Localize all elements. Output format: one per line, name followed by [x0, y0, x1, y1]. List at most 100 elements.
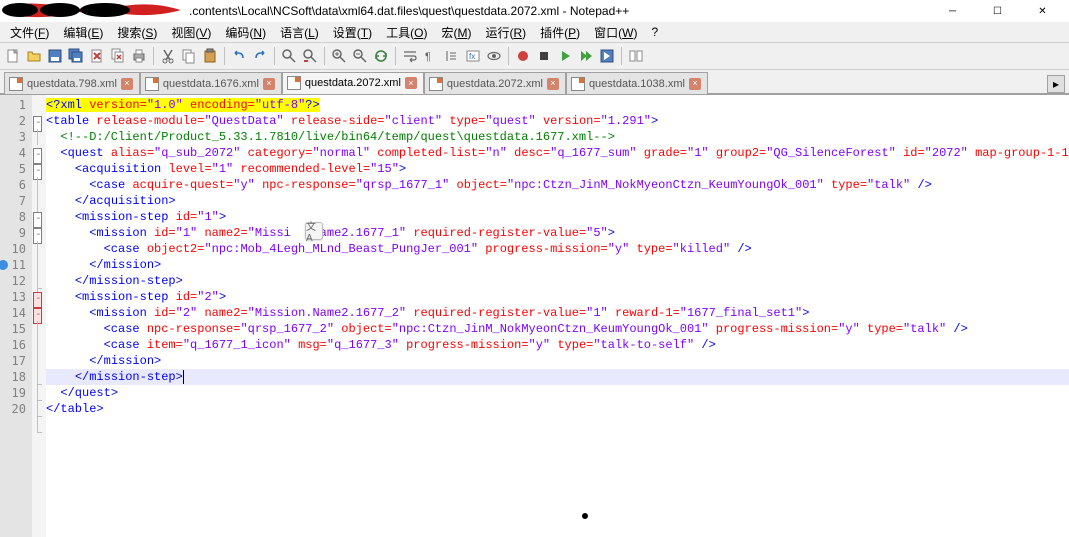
- save-icon[interactable]: [46, 47, 64, 65]
- menu-help[interactable]: ?: [645, 23, 664, 41]
- line-number[interactable]: 20: [0, 401, 26, 417]
- editor[interactable]: 1234567891011121314151617181920 <?xml ve…: [0, 94, 1069, 537]
- fold-marker[interactable]: [32, 209, 46, 225]
- minimize-button[interactable]: ─: [930, 0, 975, 22]
- replace-icon[interactable]: [301, 47, 319, 65]
- code-line[interactable]: <mission-step id="1">: [46, 209, 1069, 225]
- line-number[interactable]: 5: [0, 161, 26, 177]
- tab-0[interactable]: questdata.798.xml×: [4, 72, 140, 94]
- record-icon[interactable]: [514, 47, 532, 65]
- find-icon[interactable]: [280, 47, 298, 65]
- fold-marker[interactable]: [32, 145, 46, 161]
- menu-L[interactable]: 语言(L): [274, 22, 325, 43]
- tab-close-icon[interactable]: ×: [405, 77, 417, 89]
- compare-icon[interactable]: [627, 47, 645, 65]
- line-number-gutter[interactable]: 1234567891011121314151617181920: [0, 95, 32, 537]
- line-number[interactable]: 7: [0, 193, 26, 209]
- menu-F[interactable]: 文件(F): [4, 22, 55, 43]
- code-line[interactable]: <case object2="npc:Mob_4Legh_MLnd_Beast_…: [46, 241, 1069, 257]
- play-icon[interactable]: [556, 47, 574, 65]
- fold-marker[interactable]: [32, 97, 46, 113]
- line-number[interactable]: 15: [0, 321, 26, 337]
- wrap-icon[interactable]: [401, 47, 419, 65]
- sync-icon[interactable]: [372, 47, 390, 65]
- fold-marker[interactable]: [32, 369, 46, 385]
- save-macro-icon[interactable]: [598, 47, 616, 65]
- fold-marker[interactable]: [32, 273, 46, 289]
- open-icon[interactable]: [25, 47, 43, 65]
- line-number[interactable]: 8: [0, 209, 26, 225]
- line-number[interactable]: 13: [0, 289, 26, 305]
- fold-marker[interactable]: [32, 161, 46, 177]
- menu-M[interactable]: 宏(M): [435, 22, 477, 43]
- fold-marker[interactable]: [32, 321, 46, 337]
- fold-marker[interactable]: [32, 225, 46, 241]
- line-number[interactable]: 6: [0, 177, 26, 193]
- print-icon[interactable]: [130, 47, 148, 65]
- zoom-in-icon[interactable]: [330, 47, 348, 65]
- tab-close-icon[interactable]: ×: [121, 78, 133, 90]
- translate-icon[interactable]: 文A: [305, 222, 323, 240]
- line-number[interactable]: 10: [0, 241, 26, 257]
- play-multi-icon[interactable]: [577, 47, 595, 65]
- tab-scroll-right-icon[interactable]: ▸: [1047, 75, 1065, 93]
- line-number[interactable]: 3: [0, 129, 26, 145]
- line-number[interactable]: 18: [0, 369, 26, 385]
- fold-marker[interactable]: [32, 289, 46, 305]
- tab-1[interactable]: questdata.1676.xml×: [140, 72, 282, 94]
- fold-marker[interactable]: [32, 305, 46, 321]
- fold-marker[interactable]: [32, 401, 46, 417]
- fold-marker[interactable]: [32, 113, 46, 129]
- code-line[interactable]: <case item="q_1677_1_icon" msg="q_1677_3…: [46, 337, 1069, 353]
- close-icon[interactable]: [88, 47, 106, 65]
- menu-E[interactable]: 编辑(E): [57, 22, 109, 43]
- indent-guide-icon[interactable]: [443, 47, 461, 65]
- line-number[interactable]: 4: [0, 145, 26, 161]
- fold-marker[interactable]: [32, 177, 46, 193]
- line-number[interactable]: 14: [0, 305, 26, 321]
- code-line[interactable]: </mission>: [46, 257, 1069, 273]
- tab-3[interactable]: questdata.2072.xml×: [424, 72, 566, 94]
- menu-R[interactable]: 运行(R): [479, 22, 532, 43]
- code-line[interactable]: <acquisition level="1" recommended-level…: [46, 161, 1069, 177]
- line-number[interactable]: 2: [0, 113, 26, 129]
- code-line[interactable]: </acquisition>: [46, 193, 1069, 209]
- save-all-icon[interactable]: [67, 47, 85, 65]
- redo-icon[interactable]: [251, 47, 269, 65]
- menu-P[interactable]: 插件(P): [534, 22, 586, 43]
- fold-marker[interactable]: [32, 353, 46, 369]
- fold-marker[interactable]: [32, 385, 46, 401]
- cut-icon[interactable]: [159, 47, 177, 65]
- tab-4[interactable]: questdata.1038.xml×: [566, 72, 708, 94]
- new-icon[interactable]: [4, 47, 22, 65]
- tab-2[interactable]: questdata.2072.xml×: [282, 72, 424, 94]
- code-line[interactable]: <mission-step id="2">: [46, 289, 1069, 305]
- code-line[interactable]: <!--D:/Client/Product_5.33.1.7810/live/b…: [46, 129, 1069, 145]
- code-line[interactable]: </quest>: [46, 385, 1069, 401]
- code-line[interactable]: <case acquire-quest="y" npc-response="qr…: [46, 177, 1069, 193]
- code-line[interactable]: <mission id="1" name2="Missi Name2.1677_…: [46, 225, 1069, 241]
- line-number[interactable]: 11: [0, 257, 26, 273]
- menu-T[interactable]: 设置(T): [327, 22, 378, 43]
- menu-N[interactable]: 编码(N): [219, 22, 272, 43]
- code-line[interactable]: </mission-step>: [46, 273, 1069, 289]
- tab-close-icon[interactable]: ×: [689, 78, 701, 90]
- line-number[interactable]: 16: [0, 337, 26, 353]
- code-line[interactable]: <table release-module="QuestData" releas…: [46, 113, 1069, 129]
- undo-icon[interactable]: [230, 47, 248, 65]
- close-button[interactable]: ✕: [1020, 0, 1065, 22]
- close-all-icon[interactable]: [109, 47, 127, 65]
- code-line[interactable]: <case npc-response="qrsp_1677_2" object=…: [46, 321, 1069, 337]
- copy-icon[interactable]: [180, 47, 198, 65]
- code-area[interactable]: <?xml version="1.0" encoding="utf-8"?><t…: [46, 95, 1069, 537]
- fold-marker[interactable]: [32, 129, 46, 145]
- fold-marker[interactable]: [32, 257, 46, 273]
- tab-close-icon[interactable]: ×: [547, 78, 559, 90]
- stop-icon[interactable]: [535, 47, 553, 65]
- fold-marker[interactable]: [32, 241, 46, 257]
- zoom-out-icon[interactable]: [351, 47, 369, 65]
- code-line[interactable]: <mission id="2" name2="Mission.Name2.167…: [46, 305, 1069, 321]
- eye-icon[interactable]: [485, 47, 503, 65]
- line-number[interactable]: 12: [0, 273, 26, 289]
- menu-S[interactable]: 搜索(S): [111, 22, 163, 43]
